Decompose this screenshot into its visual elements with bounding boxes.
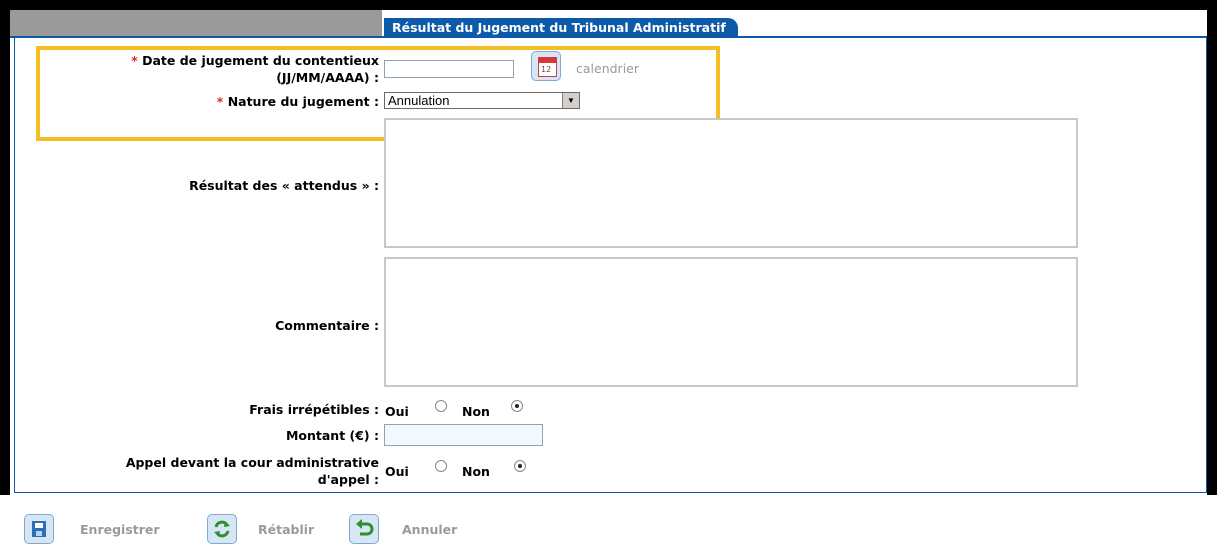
tab-resultat-jugement[interactable]: Résultat du Jugement du Tribunal Adminis… bbox=[384, 18, 738, 38]
appel-label-line1: Appel devant la cour administrative bbox=[125, 455, 379, 470]
frais-label: Frais irrépétibles : bbox=[249, 402, 379, 417]
appel-non-label: Non bbox=[462, 464, 490, 479]
appel-oui-radio[interactable] bbox=[435, 460, 447, 472]
save-icon[interactable] bbox=[24, 514, 54, 544]
frais-oui-label: Oui bbox=[385, 404, 409, 419]
window-right-border bbox=[1207, 10, 1217, 495]
refresh-icon[interactable] bbox=[207, 514, 237, 544]
cancel-button[interactable]: Annuler bbox=[402, 522, 457, 537]
appel-oui-label: Oui bbox=[385, 464, 409, 479]
tab-strip-filler bbox=[10, 10, 382, 36]
undo-icon[interactable] bbox=[349, 514, 379, 544]
resultat-label: Résultat des « attendus » : bbox=[189, 178, 379, 193]
frais-non-label: Non bbox=[462, 404, 490, 419]
window-left-border bbox=[0, 10, 10, 495]
window-top-border bbox=[0, 0, 1217, 10]
appel-non-radio[interactable] bbox=[514, 460, 526, 472]
frais-oui-radio[interactable] bbox=[435, 400, 447, 412]
resultat-textarea[interactable] bbox=[384, 118, 1078, 248]
montant-label: Montant (€) : bbox=[285, 428, 379, 443]
montant-input[interactable] bbox=[384, 424, 543, 446]
commentaire-textarea[interactable] bbox=[384, 257, 1078, 387]
frais-non-radio[interactable] bbox=[511, 400, 523, 412]
restore-button[interactable]: Rétablir bbox=[258, 522, 314, 537]
commentaire-label: Commentaire : bbox=[275, 318, 379, 333]
save-button[interactable]: Enregistrer bbox=[80, 522, 160, 537]
appel-label-line2: d'appel : bbox=[317, 472, 379, 487]
